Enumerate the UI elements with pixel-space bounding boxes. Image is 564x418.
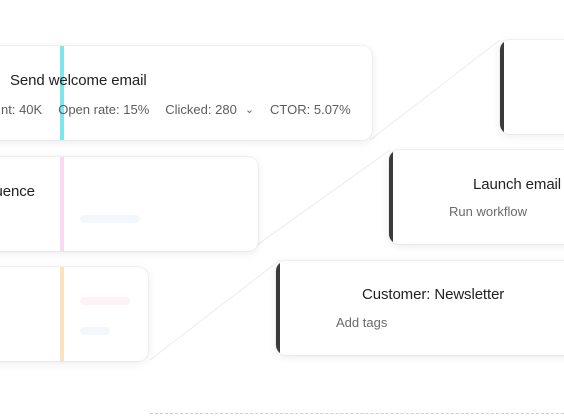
- card-subtitle: Run workflow: [449, 204, 528, 219]
- stat-clicked-label: Clicked: 280: [165, 102, 237, 117]
- card-accent-strip: [60, 267, 64, 361]
- send-welcome-email-card[interactable]: Send welcome email nt: 40K Open rate: 15…: [0, 46, 372, 140]
- canvas-divider: [150, 413, 564, 414]
- chevron-down-icon: ⌄: [244, 104, 255, 116]
- stat-sent: nt: 40K: [1, 102, 43, 117]
- stat-open-rate: Open rate: 15%: [58, 102, 150, 117]
- placeholder-line: [80, 327, 110, 335]
- orange-card[interactable]: [0, 267, 148, 361]
- launch-email-card[interactable]: Launch email Run workflow: [389, 150, 564, 244]
- card-title: Launch email: [473, 176, 562, 193]
- sequence-card[interactable]: equence: [0, 157, 258, 251]
- card-accent-strip: [60, 46, 64, 140]
- placeholder-line: [80, 215, 140, 223]
- placeholder-line: [80, 297, 130, 305]
- card-selection-edge: [276, 261, 280, 355]
- card-accent-strip: [60, 157, 64, 251]
- stat-ctor: CTOR: 5.07%: [270, 102, 351, 117]
- card-stats-row: nt: 40K Open rate: 15% Clicked: 280 ⌄ CT…: [1, 102, 351, 117]
- card-selection-edge: [500, 40, 504, 134]
- customer-newsletter-card[interactable]: Customer: Newsletter Add tags: [276, 261, 564, 355]
- card-subtitle: Add tags: [336, 315, 388, 330]
- card-title: Customer: Newsletter: [362, 286, 505, 303]
- right-top-card[interactable]: S: [500, 40, 564, 134]
- stat-clicked-dropdown[interactable]: Clicked: 280 ⌄: [165, 102, 254, 117]
- card-title: equence: [0, 183, 35, 200]
- workflow-canvas[interactable]: Send welcome email nt: 40K Open rate: 15…: [0, 0, 564, 418]
- card-title: Send welcome email: [10, 72, 147, 89]
- card-selection-edge: [389, 150, 393, 244]
